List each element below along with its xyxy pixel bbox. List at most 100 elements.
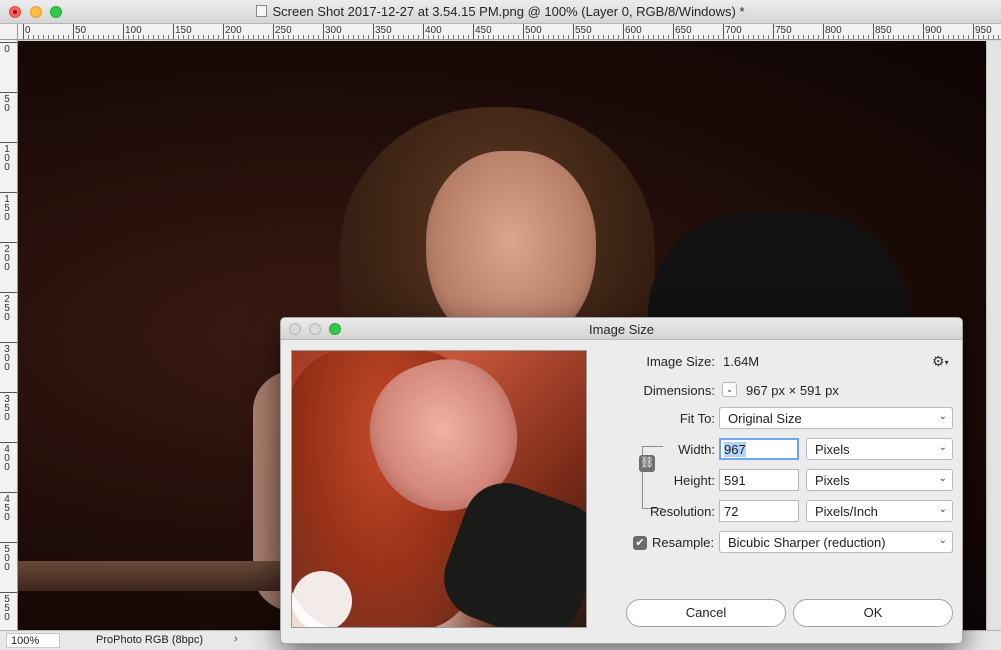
ruler-minor-tick xyxy=(128,35,129,39)
ruler-minor-tick xyxy=(813,35,814,39)
resolution-label: Resolution: xyxy=(649,504,715,519)
ruler-tick-label: 50 xyxy=(4,94,10,114)
ruler-minor-tick xyxy=(478,35,479,39)
width-unit-select[interactable]: Pixels ⌄ xyxy=(806,438,953,460)
ruler-minor-tick xyxy=(213,35,214,39)
ruler-minor-tick xyxy=(838,35,839,39)
ruler-minor-tick xyxy=(393,35,394,39)
fit-to-select[interactable]: Original Size ⌄ xyxy=(719,407,953,429)
ruler-minor-tick xyxy=(448,35,449,39)
image-preview[interactable] xyxy=(291,350,587,628)
ruler-minor-tick xyxy=(683,35,684,39)
ruler-origin[interactable] xyxy=(0,24,18,40)
ruler-major-tick xyxy=(873,24,874,39)
document-title-text: Screen Shot 2017-12-27 at 3.54.15 PM.png… xyxy=(272,4,745,19)
height-value: 591 xyxy=(724,473,746,488)
ruler-minor-tick xyxy=(703,35,704,39)
color-profile-text: ProPhoto RGB (8bpc) xyxy=(96,634,203,646)
ruler-minor-tick xyxy=(308,35,309,39)
status-menu-arrow-icon[interactable]: › xyxy=(234,633,238,645)
resample-method-select[interactable]: Bicubic Sharper (reduction) ⌄ xyxy=(719,531,953,553)
width-unit-value: Pixels xyxy=(815,442,850,457)
ruler-minor-tick xyxy=(233,35,234,39)
ruler-minor-tick xyxy=(953,35,954,39)
chevron-down-icon[interactable]: ⌄ xyxy=(722,382,737,397)
dimensions-value: 967 px × 591 px xyxy=(746,383,839,398)
ruler-minor-tick xyxy=(563,35,564,39)
zoom-level-field[interactable]: 100% xyxy=(6,633,60,648)
preview-highlight xyxy=(292,571,352,627)
height-label: Height: xyxy=(673,473,715,488)
ruler-minor-tick xyxy=(728,35,729,39)
ruler-tick-label: 450 xyxy=(4,494,10,523)
vertical-scrollbar[interactable] xyxy=(986,41,1001,630)
ruler-minor-tick xyxy=(313,35,314,39)
ruler-minor-tick xyxy=(243,35,244,39)
ruler-minor-tick xyxy=(903,35,904,39)
dimensions-label: Dimensions: xyxy=(643,383,715,398)
ruler-minor-tick xyxy=(318,35,319,39)
ok-button[interactable]: OK xyxy=(793,599,953,627)
ruler-major-tick xyxy=(0,492,17,493)
ruler-minor-tick xyxy=(968,35,969,39)
horizontal-ruler[interactable]: 0 50 100 150 200 250 300 350 400 450 500 550 600 650 7… xyxy=(18,24,1001,40)
ruler-major-tick xyxy=(0,542,17,543)
resolution-input[interactable]: 72 xyxy=(719,500,799,522)
ruler-minor-tick xyxy=(458,35,459,39)
ruler-minor-tick xyxy=(143,35,144,39)
ruler-minor-tick xyxy=(668,35,669,39)
ruler-minor-tick xyxy=(793,35,794,39)
ruler-minor-tick xyxy=(153,35,154,39)
chevron-down-icon: ⌄ xyxy=(938,535,947,546)
ruler-minor-tick xyxy=(528,35,529,39)
ruler-major-tick xyxy=(0,292,17,293)
ruler-minor-tick xyxy=(943,35,944,39)
ruler-minor-tick xyxy=(48,35,49,39)
height-input[interactable]: 591 xyxy=(719,469,799,491)
ruler-minor-tick xyxy=(658,35,659,39)
ruler-minor-tick xyxy=(888,35,889,39)
ruler-minor-tick xyxy=(268,35,269,39)
ruler-minor-tick xyxy=(963,35,964,39)
ruler-minor-tick xyxy=(608,35,609,39)
ruler-minor-tick xyxy=(183,35,184,39)
ruler-minor-tick xyxy=(83,35,84,39)
gear-icon[interactable]: ⚙▾ xyxy=(932,353,949,370)
ruler-minor-tick xyxy=(928,35,929,39)
ruler-minor-tick xyxy=(63,35,64,39)
ruler-tick-label: 250 xyxy=(4,294,10,323)
ruler-minor-tick xyxy=(98,35,99,39)
ruler-minor-tick xyxy=(413,35,414,39)
link-icon[interactable]: ⛓ xyxy=(639,455,655,472)
ruler-minor-tick xyxy=(788,35,789,39)
ruler-minor-tick xyxy=(753,35,754,39)
ruler-minor-tick xyxy=(698,35,699,39)
resample-checkbox[interactable]: ✔ xyxy=(633,536,647,550)
ruler-major-tick xyxy=(523,24,524,39)
ruler-minor-tick xyxy=(338,35,339,39)
ruler-tick-label: 50 xyxy=(75,25,87,36)
ruler-major-tick xyxy=(273,24,274,39)
ruler-tick-label: 300 xyxy=(4,344,10,373)
cancel-button[interactable]: Cancel xyxy=(626,599,786,627)
height-unit-select[interactable]: Pixels ⌄ xyxy=(806,469,953,491)
ruler-minor-tick xyxy=(863,35,864,39)
vertical-ruler[interactable]: 0 50 100 150 200 250 300 350 400 450 500 550 xyxy=(0,40,18,630)
ruler-minor-tick xyxy=(368,35,369,39)
ruler-minor-tick xyxy=(333,35,334,39)
chevron-down-icon: ⌄ xyxy=(938,504,947,515)
ruler-minor-tick xyxy=(438,35,439,39)
ruler-minor-tick xyxy=(948,35,949,39)
width-input[interactable]: 967 xyxy=(719,438,799,460)
ruler-minor-tick xyxy=(348,35,349,39)
ruler-minor-tick xyxy=(653,35,654,39)
ruler-major-tick xyxy=(323,24,324,39)
ruler-tick-label: 350 xyxy=(4,394,10,423)
ruler-minor-tick xyxy=(803,35,804,39)
resample-method-value: Bicubic Sharper (reduction) xyxy=(728,535,886,550)
ruler-minor-tick xyxy=(853,35,854,39)
ruler-minor-tick xyxy=(293,35,294,39)
fit-to-label: Fit To: xyxy=(679,411,715,426)
resample-label: Resample: xyxy=(652,535,715,550)
resolution-unit-select[interactable]: Pixels/Inch ⌄ xyxy=(806,500,953,522)
